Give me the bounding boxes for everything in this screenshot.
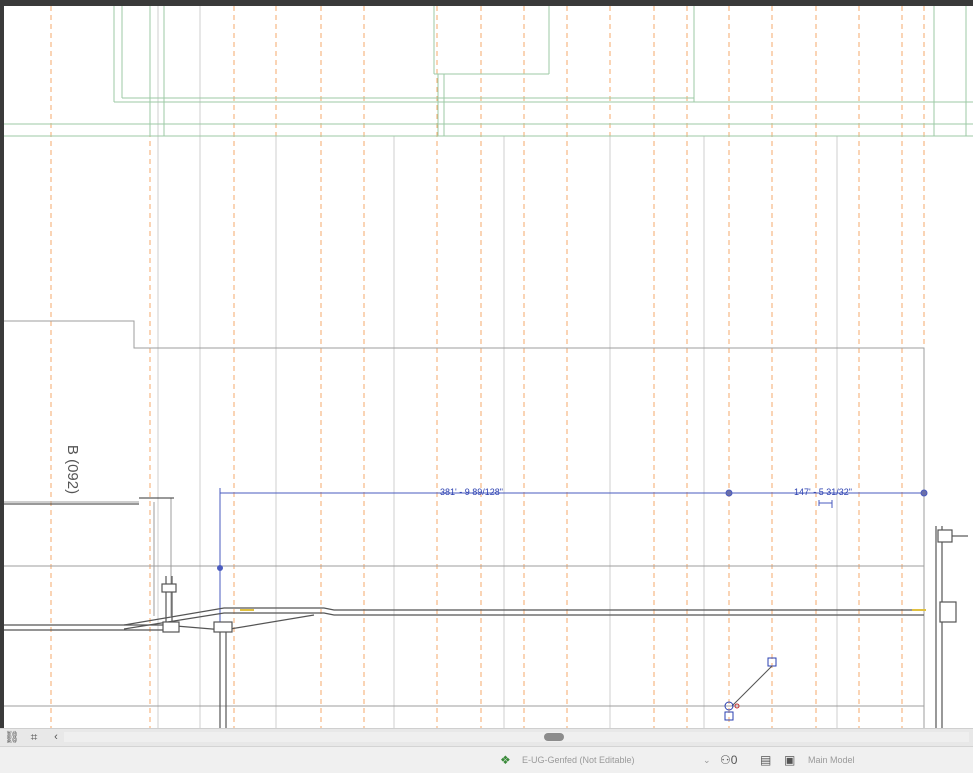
dimension-label-2[interactable]: 147' - 5 31/32" <box>794 487 852 497</box>
revit-view-window: B (092) 381' - 9 89/128" 147' - 5 31/32"… <box>0 0 973 773</box>
design-option-label[interactable]: Main Model <box>808 753 928 767</box>
linked-model-outlines <box>4 6 973 137</box>
conduit-run[interactable] <box>4 526 968 728</box>
chevron-down-icon[interactable]: ⌄ <box>703 753 715 767</box>
floor-plan-drawing[interactable] <box>4 6 973 728</box>
horizontal-scrollbar-track[interactable] <box>64 732 969 742</box>
scroll-left-arrow[interactable]: ‹ <box>48 730 64 744</box>
horizontal-scrollbar-thumb[interactable] <box>544 733 564 741</box>
dimension-label-1[interactable]: 381' - 9 89/128" <box>440 487 503 497</box>
status-bar: ❖ E-UG-Genfed (Not Editable) ⌄ ⚇0 ▤ ▣ Ma… <box>0 746 973 773</box>
dimension-string[interactable] <box>217 488 928 706</box>
design-options-icon[interactable]: ▤ <box>760 753 776 767</box>
active-workset-label[interactable]: E-UG-Genfed (Not Editable) <box>522 753 697 767</box>
link-icon[interactable]: ⛓ <box>4 730 20 744</box>
wall-outline <box>4 320 925 728</box>
workset-icon[interactable]: ❖ <box>500 753 516 767</box>
device-symbol[interactable] <box>724 657 777 721</box>
room-tag[interactable]: B (092) <box>58 434 88 504</box>
grey-grid-lines <box>157 6 838 728</box>
editable-only-icon[interactable]: ⚇0 <box>720 753 744 767</box>
drawing-canvas[interactable]: B (092) 381' - 9 89/128" 147' - 5 31/32" <box>4 6 973 728</box>
model-icon[interactable]: ▣ <box>784 753 800 767</box>
room-tag-label: B (092) <box>64 444 82 494</box>
selection-icon[interactable]: ⌗ <box>26 730 42 744</box>
horizontal-scroll-row: ⛓ ⌗ ‹ <box>0 728 973 746</box>
